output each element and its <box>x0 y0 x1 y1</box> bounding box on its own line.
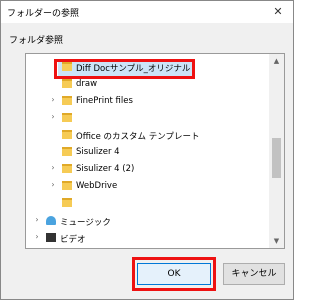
chevron-right-icon[interactable]: › <box>48 95 58 104</box>
tree-item-label: Sisulizer 4 (2) <box>76 164 135 174</box>
chevron-right-icon[interactable]: › <box>48 112 58 121</box>
close-icon[interactable]: ✕ <box>267 3 289 21</box>
window-title: フォルダーの参照 <box>7 9 80 19</box>
title-bar: フォルダーの参照 ✕ <box>1 1 293 23</box>
video-icon <box>46 233 56 242</box>
folder-icon <box>62 130 72 139</box>
highlight-box-ok-button <box>132 257 216 291</box>
scroll-up-icon[interactable]: ▲ <box>269 54 284 68</box>
tree-item[interactable]: › WebDrive <box>26 178 270 195</box>
tree-item[interactable]: › FinePrint files <box>26 93 270 110</box>
chevron-right-icon[interactable]: › <box>32 232 42 241</box>
folder-icon <box>62 198 72 207</box>
folder-icon <box>62 147 72 156</box>
tree-item-label: WebDrive <box>76 181 118 191</box>
chevron-right-icon[interactable]: › <box>32 215 42 224</box>
tree-item-label: ミュージック <box>60 218 111 228</box>
highlight-box-selected-folder <box>54 59 195 79</box>
music-icon <box>46 216 56 225</box>
tree-item-label: Office のカスタム テンプレート <box>76 132 200 142</box>
folder-icon <box>62 79 72 88</box>
tree-item-label: draw <box>76 79 98 89</box>
tree-item-label: Sisulizer 4 <box>76 147 120 157</box>
tree-item[interactable]: › Sisulizer 4 (2) <box>26 161 270 178</box>
tree-item[interactable]: Sisulizer 4 <box>26 144 270 161</box>
cancel-button[interactable]: キャンセル <box>223 263 285 285</box>
tree-item[interactable]: Office のカスタム テンプレート <box>26 127 270 144</box>
folder-icon <box>62 96 72 105</box>
tree-item[interactable]: › ミュージック <box>26 213 270 230</box>
scroll-down-icon[interactable]: ▼ <box>269 234 284 248</box>
folder-icon <box>62 113 72 122</box>
tree-item-label: ビデオ <box>60 235 86 245</box>
scroll-thumb[interactable] <box>272 138 281 178</box>
tree-item[interactable]: ›ピクチャ <box>26 247 270 248</box>
dialog-subtitle: フォルダ参照 <box>9 36 64 46</box>
vertical-scrollbar[interactable]: ▲ ▼ <box>269 54 284 248</box>
chevron-right-icon[interactable]: › <box>48 163 58 172</box>
tree-item[interactable] <box>26 195 270 212</box>
folder-tree[interactable]: Diff Docサンプル_オリジナル draw › FinePrint files › O… <box>25 53 285 249</box>
tree-item[interactable]: › <box>26 110 270 127</box>
chevron-right-icon[interactable]: › <box>48 180 58 189</box>
folder-icon <box>62 164 72 173</box>
folder-browse-dialog: フォルダーの参照 ✕ フォルダ参照 Diff Docサンプル_オリジナル draw… <box>0 0 294 300</box>
folder-icon <box>62 181 72 190</box>
tree-item-label: FinePrint files <box>76 96 133 106</box>
tree-item[interactable]: › ビデオ <box>26 230 270 247</box>
